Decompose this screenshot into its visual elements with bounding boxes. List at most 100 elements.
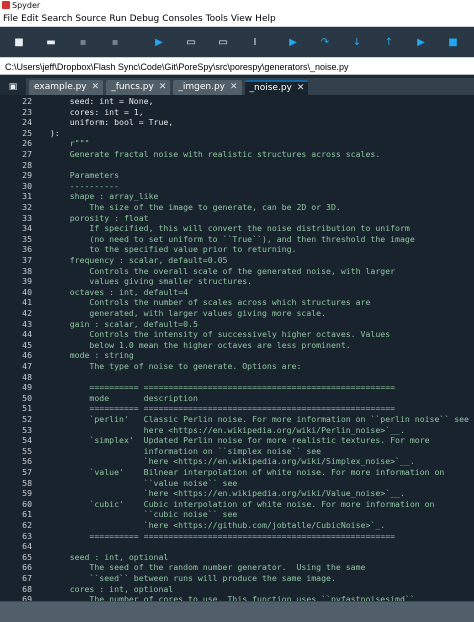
line-number: 44	[22, 329, 32, 340]
code-line: cores : int, optional	[50, 583, 174, 594]
menu-debug[interactable]: Debug	[130, 14, 160, 24]
code-line: Controls the number of scales across whi…	[50, 297, 371, 308]
code-line: uniform: bool = True,	[50, 117, 174, 128]
save-all-icon[interactable]: ▪	[104, 31, 126, 53]
code-line: here <https://en.wikipedia.org/wiki/Perl…	[50, 424, 405, 435]
line-number: 57	[22, 467, 32, 477]
line-number: 58	[22, 477, 32, 488]
run-cell-advance-icon[interactable]: ▭	[212, 31, 234, 53]
line-number: 56	[22, 456, 32, 467]
editor-tab[interactable]: _funcs.py ✕	[106, 80, 171, 95]
line-number: 65	[22, 551, 32, 562]
step-return-icon[interactable]: ↑	[378, 31, 400, 53]
step-into-icon[interactable]: ↓	[346, 31, 368, 53]
code-area[interactable]: seed: int = None, cores: int = 1, unifor…	[46, 95, 474, 601]
menu-tools[interactable]: Tools	[206, 14, 228, 24]
menu-view[interactable]: View	[231, 14, 252, 24]
editor-tab-bar: ▣ example.py ✕ _funcs.py ✕ _imgen.py ✕ _noise.…	[0, 78, 474, 95]
code-editor[interactable]: 22 23 24 25 26 27 28 29 30 31 32 33 34 35 36 37 38 39 40 41…	[0, 95, 474, 601]
code-line: `here <https://github.com/jobtalle/Cubic…	[50, 520, 386, 530]
close-tab-icon[interactable]: ✕	[92, 80, 100, 95]
code-line: The size of the image to generate, can b…	[50, 202, 341, 212]
code-line: values giving smaller structures.	[50, 276, 253, 287]
editor-tab[interactable]: example.py ✕	[29, 80, 104, 95]
menu-help[interactable]: Help	[255, 14, 276, 24]
line-number: 39	[22, 276, 32, 287]
code-line: gain : scalar, default=0.5	[50, 318, 198, 329]
line-number: 51	[22, 403, 32, 414]
line-number: 25	[22, 127, 32, 138]
line-number: 33	[22, 212, 32, 223]
line-number: 62	[22, 520, 32, 530]
code-line: cores: int = 1,	[50, 106, 144, 117]
code-line: seed : int, optional	[50, 551, 169, 562]
code-line: ``value noise`` see	[50, 477, 238, 488]
stop-icon[interactable]: ■	[442, 31, 464, 53]
fold-column	[36, 95, 46, 601]
line-number: 50	[22, 392, 32, 403]
menu-file[interactable]: File	[3, 14, 18, 24]
code-line: `simplex' Updated Perlin noise for more …	[50, 435, 430, 446]
file-path-bar[interactable]: C:\Users\jeff\Dropbox\Flash Sync\Code\Gi…	[0, 57, 474, 75]
tab-label: example.py	[34, 82, 87, 92]
continue-icon[interactable]: ▶	[410, 31, 432, 53]
line-number: 24	[22, 117, 32, 128]
close-tab-icon[interactable]: ✕	[297, 81, 305, 96]
code-line: octaves : int, default=4	[50, 286, 189, 297]
run-cell-icon[interactable]: ▭	[180, 31, 202, 53]
code-line: to the specified value prior to returnin…	[50, 244, 297, 255]
code-line: Parameters	[50, 170, 120, 181]
close-tab-icon[interactable]: ✕	[159, 80, 167, 95]
line-number: 31	[22, 191, 32, 202]
code-line: generated, with larger values giving mor…	[50, 308, 327, 318]
line-number: 27	[22, 149, 32, 159]
code-line: ``cubic noise`` see	[50, 509, 238, 520]
line-number: 45	[22, 339, 32, 350]
line-number: 54	[22, 435, 32, 446]
step-icon[interactable]: ↷	[314, 31, 336, 53]
menu-search[interactable]: Search	[42, 14, 73, 24]
code-line: Generate fractal noise with realistic st…	[50, 149, 381, 159]
menu-consoles[interactable]: Consoles	[162, 14, 202, 24]
line-number: 43	[22, 318, 32, 329]
menu-source[interactable]: Source	[75, 14, 106, 24]
line-number: 64	[22, 541, 32, 552]
line-number: 23	[22, 106, 32, 117]
code-line: porosity : float	[50, 212, 149, 223]
line-number: 67	[22, 573, 32, 583]
line-number: 53	[22, 424, 32, 435]
line-number: 46	[22, 350, 32, 361]
new-file-icon[interactable]: ■	[8, 31, 30, 53]
line-number: 63	[22, 530, 32, 541]
code-line: `cubic' Cubic interpolation of white noi…	[50, 498, 435, 509]
tab-label: _noise.py	[249, 83, 292, 93]
menu-edit[interactable]: Edit	[21, 14, 38, 24]
code-line: `here <https://en.wikipedia.org/wiki/Val…	[50, 488, 405, 499]
line-number: 61	[22, 509, 32, 520]
line-number: 37	[22, 255, 32, 265]
menu-run[interactable]: Run	[109, 14, 126, 24]
open-file-icon[interactable]: ▬	[40, 31, 62, 53]
code-line: seed: int = None,	[50, 96, 154, 106]
save-file-icon[interactable]: ▪	[72, 31, 94, 53]
browse-tabs-icon[interactable]: ▣	[0, 78, 26, 95]
code-line: r"""	[50, 138, 90, 149]
code-line: The type of noise to generate. Options a…	[50, 361, 302, 371]
run-selection-icon[interactable]: I	[244, 31, 266, 53]
line-number: 36	[22, 244, 32, 255]
line-number: 35	[22, 233, 32, 244]
line-number: 52	[22, 414, 32, 424]
close-tab-icon[interactable]: ✕	[230, 80, 238, 95]
line-number: 22	[22, 96, 32, 106]
debug-icon[interactable]: ▶	[282, 31, 304, 53]
editor-tab[interactable]: _imgen.py ✕	[173, 80, 242, 95]
code-line: The seed of the random number generator.…	[50, 562, 366, 573]
code-line: frequency : scalar, default=0.05	[50, 255, 228, 265]
code-line: ========== =============================…	[50, 403, 396, 414]
status-bar	[0, 601, 474, 622]
editor-tab[interactable]: _noise.py ✕	[244, 80, 309, 96]
code-line: ========== =============================…	[50, 530, 396, 541]
line-number: 66	[22, 562, 32, 573]
spyder-app-icon	[2, 1, 10, 9]
run-icon[interactable]: ▶	[148, 31, 170, 53]
